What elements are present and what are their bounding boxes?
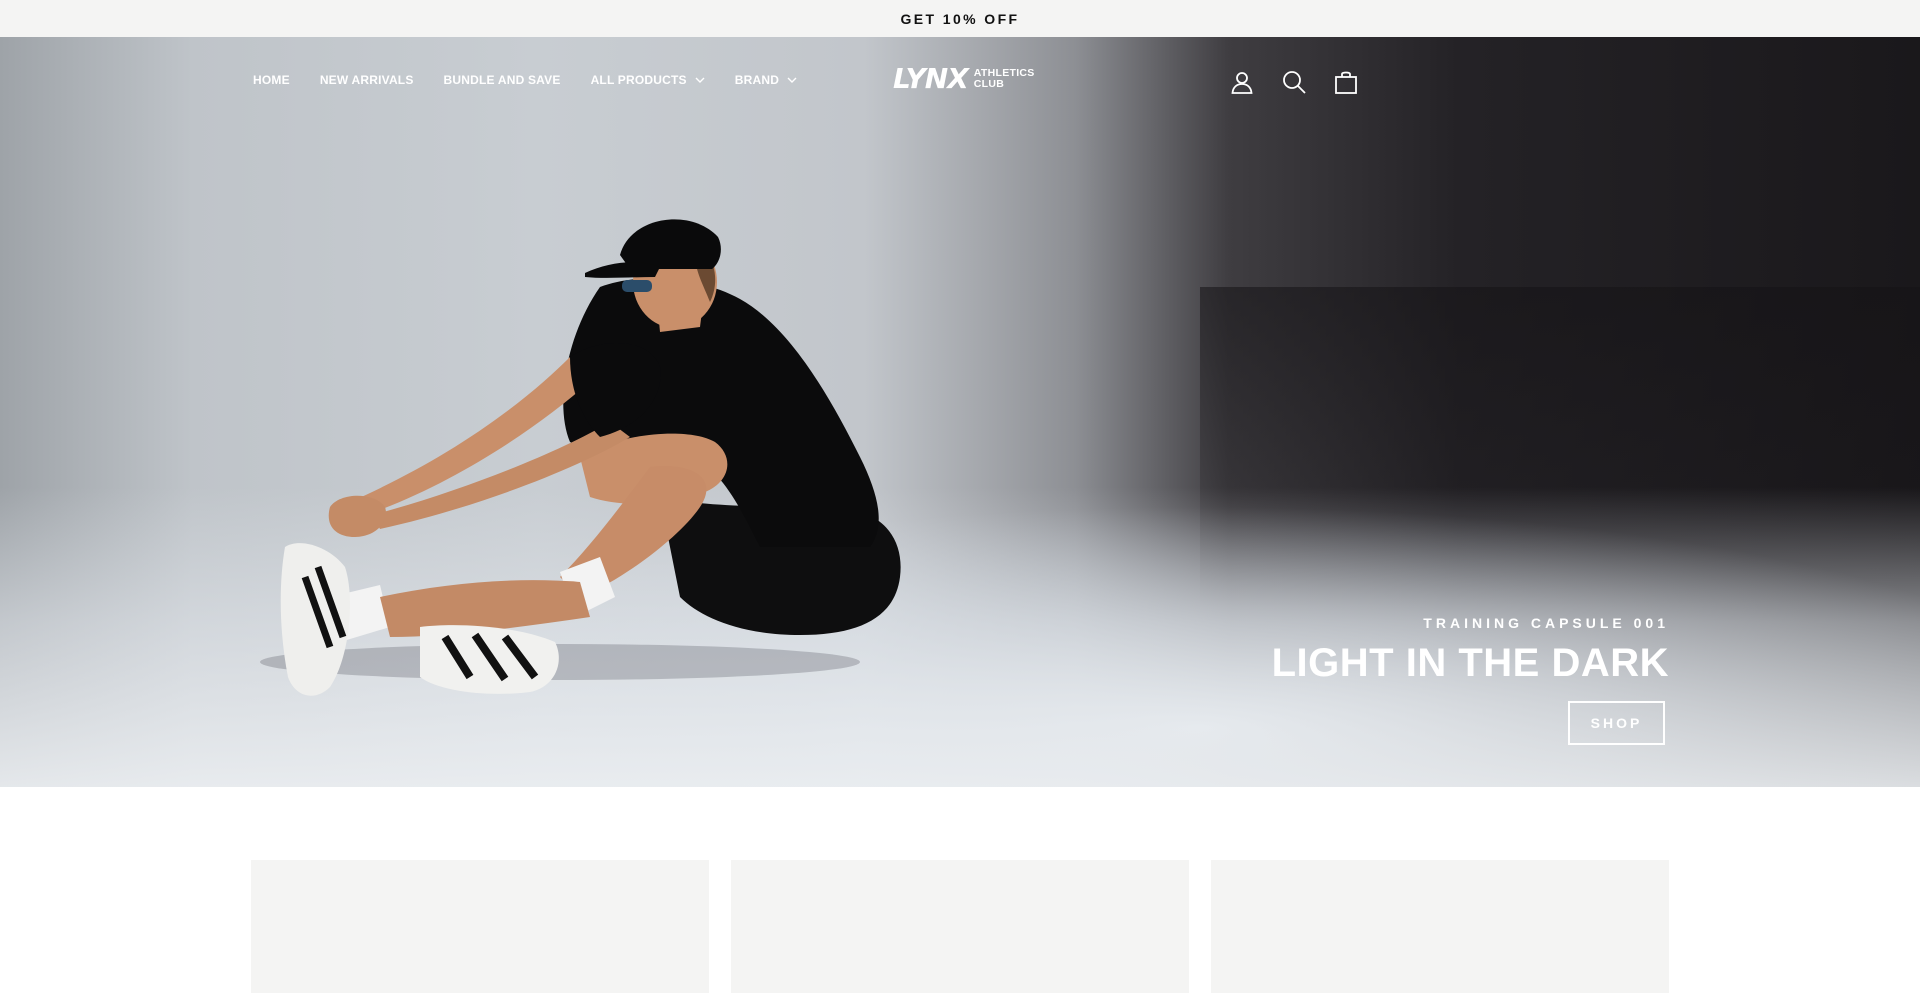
nav-bundle-and-save[interactable]: BUNDLE AND SAVE [444, 73, 561, 87]
chevron-down-icon[interactable] [695, 77, 705, 83]
nav-home-label[interactable]: HOME [253, 73, 290, 87]
nav-brand-label[interactable]: BRAND [735, 73, 779, 87]
logo-mark: LYNX [893, 62, 969, 95]
hero-copy: TRAINING CAPSULE 001 LIGHT IN THE DARK [1272, 615, 1669, 686]
announcement-text[interactable]: GET 10% OFF [901, 11, 1020, 27]
nav-new-arrivals[interactable]: NEW ARRIVALS [320, 73, 414, 87]
main-navigation: HOME NEW ARRIVALS BUNDLE AND SAVE ALL PR… [0, 37, 1920, 125]
logo-subtitle: ATHLETICS CLUB [973, 67, 1035, 90]
nav-home[interactable]: HOME [253, 73, 290, 87]
hero-eyebrow: TRAINING CAPSULE 001 [1423, 615, 1669, 631]
nav-all-products-label[interactable]: ALL PRODUCTS [591, 73, 687, 87]
logo-line-2: CLUB [973, 78, 1005, 90]
announcement-bar[interactable]: GET 10% OFF [0, 0, 1920, 37]
nav-new-arrivals-label[interactable]: NEW ARRIVALS [320, 73, 414, 87]
search-icon[interactable] [1280, 68, 1308, 96]
nav-bundle-and-save-label[interactable]: BUNDLE AND SAVE [444, 73, 561, 87]
nav-all-products[interactable]: ALL PRODUCTS [591, 73, 705, 87]
nav-links: HOME NEW ARRIVALS BUNDLE AND SAVE ALL PR… [253, 73, 827, 87]
nav-icons [1204, 68, 1360, 96]
chevron-down-icon[interactable] [787, 77, 797, 83]
cart-icon[interactable] [1332, 68, 1360, 96]
collection-card[interactable] [251, 860, 709, 993]
hero-title: LIGHT IN THE DARK [1271, 641, 1669, 685]
nav-brand[interactable]: BRAND [735, 73, 797, 87]
shop-button[interactable]: SHOP [1568, 701, 1665, 745]
site-logo[interactable]: LYNX ATHLETICS CLUB [893, 65, 1035, 93]
account-icon[interactable] [1228, 68, 1256, 96]
collection-card[interactable] [731, 860, 1189, 993]
collection-card[interactable] [1211, 860, 1669, 993]
